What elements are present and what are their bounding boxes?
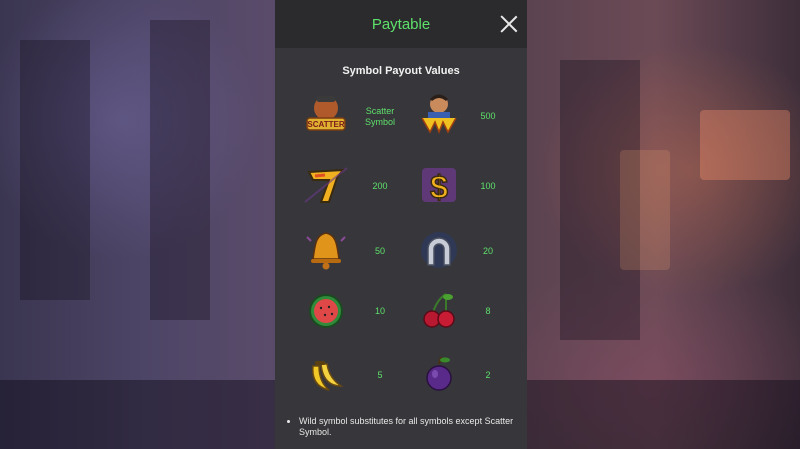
banana-symbol-icon bbox=[303, 352, 349, 398]
wild-payout: 500 bbox=[480, 111, 496, 121]
dollar-payout: 100 bbox=[480, 181, 496, 191]
watermelon-payout: 10 bbox=[374, 306, 385, 316]
cherry-payout: 8 bbox=[485, 306, 491, 316]
seven-payout: 200 bbox=[372, 181, 388, 191]
wild-symbol-icon bbox=[416, 90, 462, 136]
svg-text:SCATTER: SCATTER bbox=[307, 120, 344, 129]
seven-symbol-icon bbox=[303, 162, 349, 208]
close-icon[interactable] bbox=[500, 15, 518, 33]
watermelon-symbol-icon bbox=[303, 288, 349, 334]
scatter-payout: Scatter Symbol bbox=[364, 106, 395, 127]
dialog-header: Paytable bbox=[275, 0, 527, 48]
plum-symbol-icon bbox=[416, 352, 462, 398]
svg-text:$: $ bbox=[430, 169, 448, 205]
horseshoe-payout: 20 bbox=[482, 246, 493, 256]
banana-payout: 5 bbox=[377, 370, 383, 380]
scatter-symbol-icon: SCATTER bbox=[303, 90, 349, 136]
bell-symbol-icon bbox=[303, 227, 349, 273]
section-subtitle: Symbol Payout Values bbox=[342, 65, 460, 77]
dollar-symbol-icon: $ bbox=[416, 162, 462, 208]
bell-payout: 50 bbox=[374, 246, 385, 256]
horseshoe-symbol-icon bbox=[416, 227, 462, 273]
rule-item: Wild symbol substitutes for all symbols … bbox=[299, 416, 515, 438]
cherry-symbol-icon bbox=[416, 288, 462, 334]
plum-payout: 2 bbox=[485, 370, 491, 380]
rules-list: Wild symbol substitutes for all symbols … bbox=[287, 416, 515, 438]
paytable-dialog: Paytable Symbol Payout Values SCATTER Sc… bbox=[275, 0, 527, 449]
dialog-title: Paytable bbox=[371, 15, 431, 33]
